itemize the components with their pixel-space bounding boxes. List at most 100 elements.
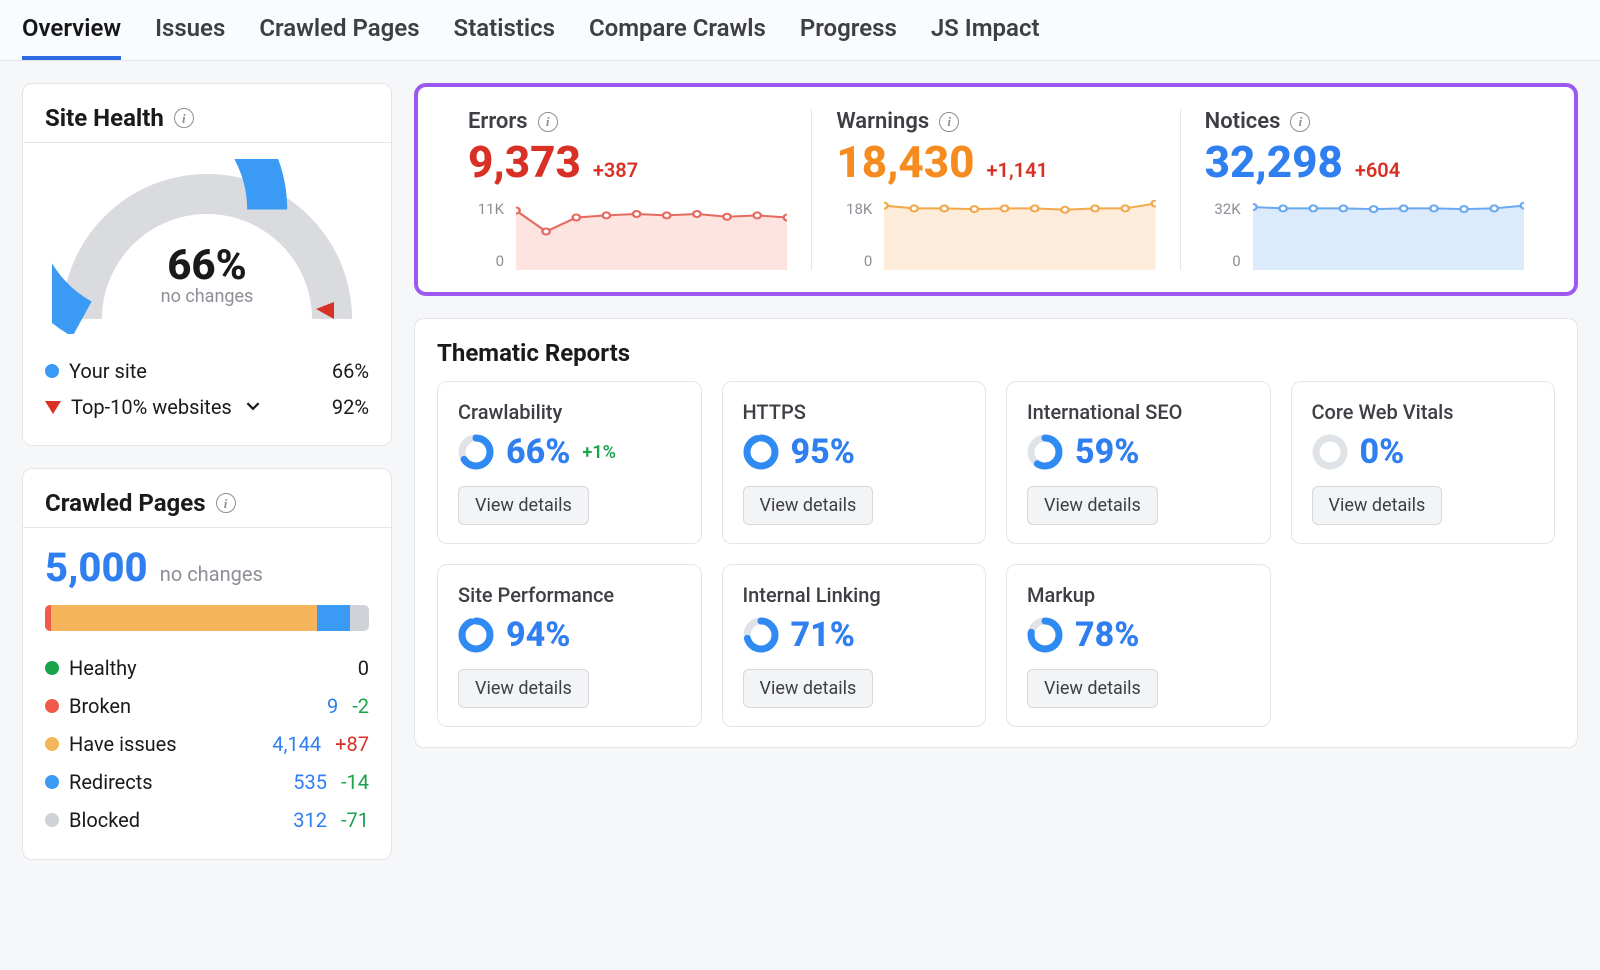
sparkline bbox=[884, 200, 1155, 270]
legend-dot bbox=[45, 775, 59, 789]
metric-title: Warnings bbox=[836, 109, 929, 134]
report-title: Crawlability bbox=[458, 400, 681, 424]
spark-top-label: 18K bbox=[836, 200, 872, 218]
metric-notices[interactable]: Noticesi 32,298+604 32K0 bbox=[1180, 109, 1548, 270]
site-health-gauge: 66% no changes bbox=[52, 159, 362, 339]
report-internal-linking: Internal Linking 71% View details bbox=[722, 564, 987, 727]
crawled-row-label: Broken bbox=[69, 694, 131, 718]
top-metrics-panel: Errorsi 9,373+387 11K0 Warnings i 18,430 +… bbox=[414, 83, 1578, 296]
legend-dot bbox=[45, 661, 59, 675]
ring-icon bbox=[743, 617, 779, 653]
metric-delta: +387 bbox=[593, 158, 638, 182]
metric-delta: +604 bbox=[1355, 158, 1400, 182]
tabs-bar: Overview Issues Crawled Pages Statistics Com… bbox=[0, 0, 1600, 61]
legend-dot bbox=[45, 699, 59, 713]
report-value: 95% bbox=[791, 432, 855, 472]
site-health-legend-row: Your site 66% bbox=[45, 353, 369, 389]
site-health-title: Site Health i bbox=[45, 104, 369, 132]
thematic-reports-card: Thematic Reports Crawlability 66% +1% Vi… bbox=[414, 318, 1578, 748]
tab-compare-crawls[interactable]: Compare Crawls bbox=[589, 14, 766, 60]
report-title: Markup bbox=[1027, 583, 1250, 607]
crawled-row-delta: +87 bbox=[335, 732, 369, 756]
crawled-row[interactable]: Broken9-2 bbox=[45, 687, 369, 725]
crawled-row-value: 4,144 bbox=[272, 732, 321, 756]
view-details-button[interactable]: View details bbox=[1312, 486, 1443, 525]
report-value: 78% bbox=[1075, 615, 1139, 655]
info-icon[interactable]: i bbox=[538, 112, 558, 132]
report-value: 0% bbox=[1360, 432, 1405, 472]
spark-top-label: 32K bbox=[1205, 200, 1241, 218]
report-international-seo: International SEO 59% View details bbox=[1006, 381, 1271, 544]
tab-overview[interactable]: Overview bbox=[22, 14, 121, 60]
crawled-pages-title: Crawled Pages i bbox=[45, 489, 369, 517]
report-title: Site Performance bbox=[458, 583, 681, 607]
report-title: International SEO bbox=[1027, 400, 1250, 424]
info-icon[interactable]: i bbox=[1290, 112, 1310, 132]
crawled-row-value: 9 bbox=[327, 694, 338, 718]
site-health-title-text: Site Health bbox=[45, 104, 164, 132]
info-icon[interactable]: i bbox=[174, 108, 194, 128]
metric-value: 32,298 bbox=[1205, 136, 1343, 188]
legend-dot bbox=[45, 364, 59, 378]
tab-progress[interactable]: Progress bbox=[800, 14, 897, 60]
legend-pct: 66% bbox=[332, 359, 369, 383]
crawled-row-label: Have issues bbox=[69, 732, 177, 756]
legend-pct: 92% bbox=[332, 395, 369, 419]
sparkline bbox=[1253, 200, 1524, 270]
report-title: HTTPS bbox=[743, 400, 966, 424]
crawled-total: 5,000 bbox=[45, 544, 148, 591]
crawled-row[interactable]: Healthy 0 bbox=[45, 649, 369, 687]
crawled-breakdown-bar bbox=[45, 605, 369, 631]
view-details-button[interactable]: View details bbox=[458, 486, 589, 525]
tab-crawled-pages[interactable]: Crawled Pages bbox=[259, 14, 419, 60]
report-value: 59% bbox=[1075, 432, 1139, 472]
crawled-pages-card: Crawled Pages i 5,000 no changes Healthy… bbox=[22, 468, 392, 860]
report-value: 71% bbox=[791, 615, 855, 655]
ring-icon bbox=[1312, 434, 1348, 470]
ring-icon bbox=[743, 434, 779, 470]
crawled-row[interactable]: Redirects535-14 bbox=[45, 763, 369, 801]
metric-title: Errors bbox=[468, 109, 528, 134]
crawled-row-delta: -14 bbox=[341, 770, 369, 794]
report-value: 94% bbox=[506, 615, 570, 655]
report-markup: Markup 78% View details bbox=[1006, 564, 1271, 727]
metric-value: 18,430 bbox=[836, 136, 974, 188]
info-icon[interactable]: i bbox=[216, 493, 236, 513]
crawled-row[interactable]: Have issues 4,144 +87 bbox=[45, 725, 369, 763]
view-details-button[interactable]: View details bbox=[1027, 669, 1158, 708]
view-details-button[interactable]: View details bbox=[743, 486, 874, 525]
crawled-row-value: 0 bbox=[358, 656, 369, 680]
legend-dot bbox=[45, 813, 59, 827]
tab-statistics[interactable]: Statistics bbox=[454, 14, 555, 60]
tab-js-impact[interactable]: JS Impact bbox=[931, 14, 1040, 60]
spark-bottom-label: 0 bbox=[1205, 252, 1241, 270]
report-value: 66% bbox=[506, 432, 570, 472]
crawled-row-label: Redirects bbox=[69, 770, 153, 794]
report-title: Core Web Vitals bbox=[1312, 400, 1535, 424]
site-health-subtitle: no changes bbox=[52, 286, 362, 307]
view-details-button[interactable]: View details bbox=[458, 669, 589, 708]
view-details-button[interactable]: View details bbox=[1027, 486, 1158, 525]
divider bbox=[23, 142, 391, 143]
crawled-pages-title-text: Crawled Pages bbox=[45, 489, 206, 517]
metric-warnings[interactable]: Warningsi 18,430+1,141 18K0 bbox=[811, 109, 1179, 270]
metric-errors[interactable]: Errorsi 9,373+387 11K0 bbox=[444, 109, 811, 270]
legend-dot bbox=[45, 737, 59, 751]
metric-delta: +1,141 bbox=[987, 158, 1048, 182]
info-icon[interactable]: i bbox=[939, 112, 959, 132]
legend-label: Your site bbox=[69, 359, 147, 383]
site-health-card: Site Health i 66% no changes bbox=[22, 83, 392, 446]
crawled-row-label: Blocked bbox=[69, 808, 140, 832]
site-health-legend-row[interactable]: Top-10% websites92% bbox=[45, 389, 369, 425]
sparkline bbox=[516, 200, 787, 270]
crawled-row[interactable]: Blocked 312 -71 bbox=[45, 801, 369, 839]
spark-top-label: 11K bbox=[468, 200, 504, 218]
tab-issues[interactable]: Issues bbox=[155, 14, 225, 60]
crawled-row-delta: -71 bbox=[341, 808, 369, 832]
view-details-button[interactable]: View details bbox=[743, 669, 874, 708]
crawled-row-label: Healthy bbox=[69, 656, 137, 680]
site-health-value: 66% bbox=[52, 241, 362, 290]
ring-icon bbox=[458, 434, 494, 470]
report-crawlability: Crawlability 66% +1% View details bbox=[437, 381, 702, 544]
crawled-row-value: 312 bbox=[293, 808, 327, 832]
